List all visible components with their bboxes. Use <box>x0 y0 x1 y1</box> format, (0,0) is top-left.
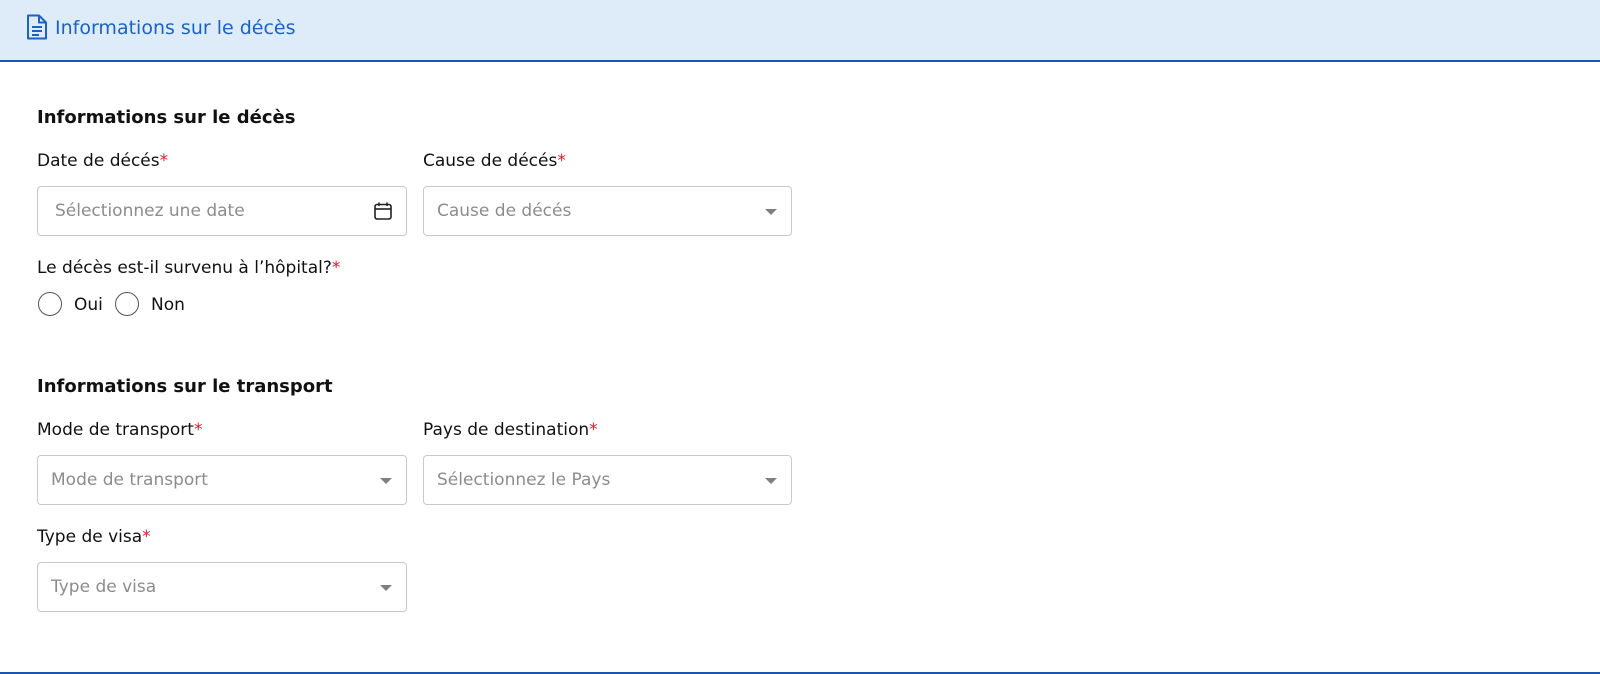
destination-country-placeholder: Sélectionnez le Pays <box>437 470 611 490</box>
chevron-down-icon <box>765 478 777 484</box>
transport-section-title: Informations sur le transport <box>37 376 333 397</box>
visa-type-label: Type de visa* <box>37 526 151 548</box>
required-marker: * <box>557 151 566 171</box>
radio-label-non[interactable]: Non <box>151 294 185 316</box>
transport-mode-placeholder: Mode de transport <box>51 470 208 490</box>
required-marker: * <box>159 151 169 171</box>
hospital-question-text: Le décès est-il survenu à l’hôpital? <box>37 258 332 278</box>
cause-of-death-label-text: Cause de décés <box>423 151 558 171</box>
transport-mode-label: Mode de transport* <box>37 419 202 441</box>
radio-label-oui[interactable]: Oui <box>74 294 103 316</box>
cause-of-death-label: Cause de décés* <box>423 150 566 172</box>
destination-country-label: Pays de destination* <box>423 419 598 441</box>
visa-type-select[interactable]: Type de visa <box>37 562 407 612</box>
header-title: Informations sur le décès <box>55 17 296 39</box>
radio-oui[interactable] <box>38 292 62 316</box>
transport-mode-label-text: Mode de transport <box>37 420 194 440</box>
chevron-down-icon <box>380 478 392 484</box>
date-of-death-placeholder: Sélectionnez une date <box>55 201 245 221</box>
visa-type-label-text: Type de visa <box>37 527 143 547</box>
cause-of-death-placeholder: Cause de décés <box>437 201 572 221</box>
date-of-death-label-text: Date de décés <box>37 151 160 171</box>
required-marker: * <box>331 258 341 278</box>
calendar-icon[interactable] <box>373 201 393 221</box>
date-of-death-label: Date de décés* <box>37 150 168 172</box>
cause-of-death-select[interactable]: Cause de décés <box>423 186 792 236</box>
document-icon <box>27 14 47 40</box>
chevron-down-icon <box>765 209 777 215</box>
visa-type-placeholder: Type de visa <box>51 577 157 597</box>
required-marker: * <box>589 420 598 440</box>
death-section-title: Informations sur le décès <box>37 107 296 128</box>
date-of-death-picker[interactable]: Sélectionnez une date <box>37 186 407 236</box>
chevron-down-icon <box>380 585 392 591</box>
required-marker: * <box>193 420 203 440</box>
hospital-question-label: Le décès est-il survenu à l’hôpital?* <box>37 257 340 279</box>
section-header: Informations sur le décès <box>0 0 1600 62</box>
destination-country-label-text: Pays de destination <box>423 420 590 440</box>
radio-non[interactable] <box>115 292 139 316</box>
transport-mode-select[interactable]: Mode de transport <box>37 455 407 505</box>
required-marker: * <box>142 527 151 547</box>
destination-country-select[interactable]: Sélectionnez le Pays <box>423 455 792 505</box>
